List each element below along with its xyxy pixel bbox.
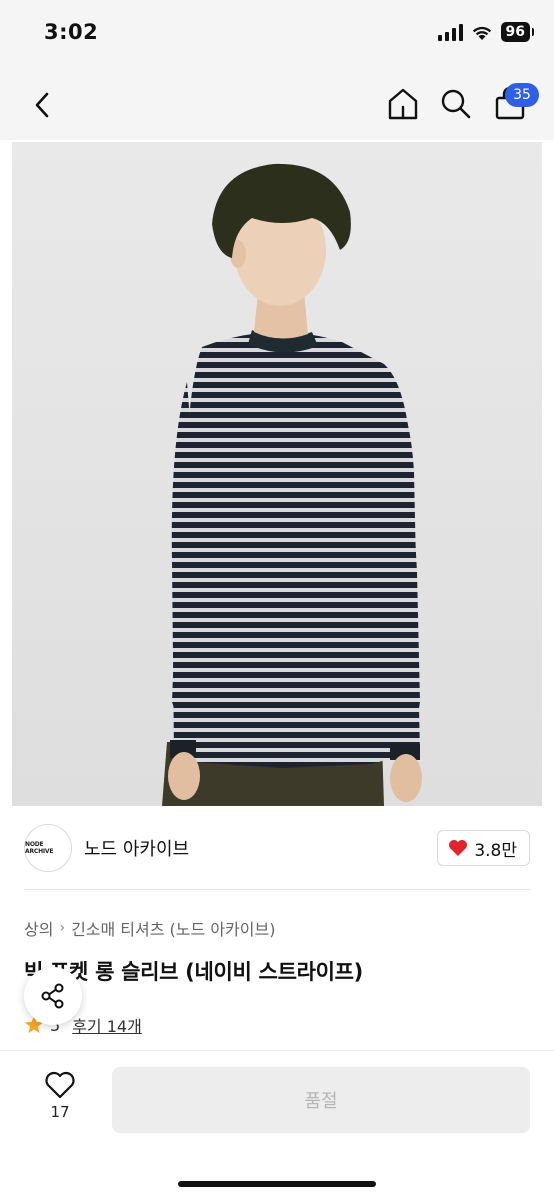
brand-like-button[interactable]: 3.8만: [437, 830, 530, 866]
breadcrumb-level1[interactable]: 상의: [24, 916, 53, 940]
search-button[interactable]: [438, 86, 474, 122]
review-link[interactable]: 후기 14개: [72, 1013, 142, 1037]
status-bar: 3:02 96: [0, 0, 554, 70]
divider: [24, 889, 530, 890]
wishlist-button[interactable]: 17: [36, 1071, 84, 1131]
product-image[interactable]: [12, 142, 542, 806]
nav-bar: [0, 70, 554, 140]
share-button[interactable]: [24, 967, 82, 1025]
breadcrumb: 상의 › 긴소매 티셔츠 (노드 아카이브): [24, 916, 275, 940]
brand-logo[interactable]: NODE ARCHIVE: [24, 824, 72, 872]
breadcrumb-level2[interactable]: 긴소매 티셔츠 (노드 아카이브): [71, 916, 275, 940]
wishlist-count: 17: [50, 1103, 70, 1121]
bottom-bar: 17 품절: [0, 1050, 554, 1200]
status-icons: 96: [437, 22, 535, 42]
home-indicator: [178, 1181, 376, 1187]
home-button[interactable]: [385, 86, 421, 122]
chevron-left-icon: [35, 92, 49, 118]
heart-outline-icon: [45, 1071, 75, 1099]
soldout-button[interactable]: 품절: [112, 1067, 530, 1133]
search-icon: [441, 89, 471, 119]
wifi-icon: [472, 26, 491, 40]
battery-indicator: 96: [500, 22, 535, 42]
home-icon: [388, 88, 418, 120]
status-time: 3:02: [44, 20, 99, 44]
cart-badge: 35: [505, 83, 539, 107]
brand-name[interactable]: 노드 아카이브: [84, 835, 189, 861]
brand-row: NODE ARCHIVE 노드 아카이브 3.8만: [24, 820, 530, 876]
share-icon: [41, 983, 64, 1009]
back-button[interactable]: [26, 88, 60, 122]
like-count: 3.8만: [474, 840, 517, 861]
chevron-right-icon: ›: [59, 920, 66, 936]
product-photo: [12, 142, 542, 806]
heart-filled-icon: [449, 840, 468, 856]
signal-icon: [437, 23, 463, 41]
